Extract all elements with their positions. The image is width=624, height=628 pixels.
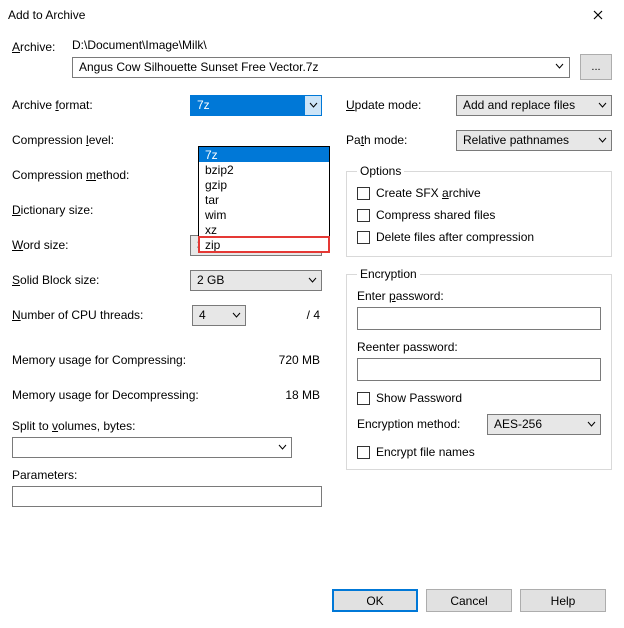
compression-level-label: Compression level: [12, 133, 192, 147]
delete-after-checkbox[interactable] [357, 231, 370, 244]
dictionary-size-label: Dictionary size: [12, 203, 192, 217]
path-mode-select[interactable]: Relative pathnames [456, 130, 612, 151]
mem-compress-value: 720 MB [232, 353, 322, 367]
chevron-down-icon [308, 276, 317, 285]
chevron-down-icon [598, 136, 607, 145]
encryption-method-label: Encryption method: [357, 417, 487, 431]
close-button[interactable] [578, 1, 618, 29]
format-option-xz[interactable]: xz [199, 222, 329, 237]
browse-button[interactable]: ... [580, 54, 612, 80]
titlebar: Add to Archive [0, 0, 624, 30]
chevron-down-icon [598, 101, 607, 110]
chevron-down-icon [278, 443, 287, 452]
options-group: Options Create SFX archive Compress shar… [346, 164, 612, 257]
archive-filename-combo[interactable]: Angus Cow Silhouette Sunset Free Vector.… [72, 57, 570, 78]
format-option-zip[interactable]: zip [199, 237, 329, 252]
archive-format-label: Archive format: [12, 98, 190, 112]
reenter-password-input[interactable] [357, 358, 601, 381]
split-volumes-label: Split to volumes, bytes: [12, 419, 192, 433]
compression-method-label: Compression method: [12, 168, 192, 182]
show-password-label: Show Password [376, 391, 462, 405]
path-mode-label: Path mode: [346, 133, 456, 147]
parameters-label: Parameters: [12, 468, 192, 482]
archive-format-select[interactable]: 7z [190, 95, 322, 116]
word-size-label: Word size: [12, 238, 190, 252]
archive-filename-value: Angus Cow Silhouette Sunset Free Vector.… [79, 60, 318, 74]
archive-label: Archive: [12, 38, 72, 54]
encryption-method-select[interactable]: AES-256 [487, 414, 601, 435]
parameters-input[interactable] [12, 486, 322, 507]
shared-label: Compress shared files [376, 208, 495, 222]
cpu-threads-total: / 4 [246, 308, 322, 322]
cancel-button[interactable]: Cancel [426, 589, 512, 612]
add-to-archive-dialog: Add to Archive Archive: D:\Document\Imag… [0, 0, 624, 628]
cpu-threads-select[interactable]: 4 [192, 305, 246, 326]
chevron-down-icon [555, 62, 564, 71]
chevron-down-icon [232, 311, 241, 320]
mem-compress-label: Memory usage for Compressing: [12, 353, 232, 367]
chevron-down-icon [304, 96, 321, 115]
format-option-bzip2[interactable]: bzip2 [199, 162, 329, 177]
mem-decompress-value: 18 MB [232, 388, 322, 402]
format-option-gzip[interactable]: gzip [199, 177, 329, 192]
enter-password-label: Enter password: [357, 289, 601, 303]
sfx-checkbox[interactable] [357, 187, 370, 200]
sfx-label: Create SFX archive [376, 186, 481, 200]
update-mode-select[interactable]: Add and replace files [456, 95, 612, 116]
encryption-group: Encryption Enter password: Reenter passw… [346, 267, 612, 470]
format-option-7z[interactable]: 7z [199, 147, 329, 162]
reenter-password-label: Reenter password: [357, 340, 601, 354]
close-icon [593, 10, 603, 20]
encrypt-names-label: Encrypt file names [376, 445, 475, 459]
cpu-threads-label: Number of CPU threads: [12, 308, 192, 322]
ok-button[interactable]: OK [332, 589, 418, 612]
encrypt-names-checkbox[interactable] [357, 446, 370, 459]
update-mode-label: Update mode: [346, 98, 456, 112]
enter-password-input[interactable] [357, 307, 601, 330]
solid-block-size-select[interactable]: 2 GB [190, 270, 322, 291]
split-volumes-combo[interactable] [12, 437, 292, 458]
shared-checkbox[interactable] [357, 209, 370, 222]
mem-decompress-label: Memory usage for Decompressing: [12, 388, 232, 402]
delete-after-label: Delete files after compression [376, 230, 534, 244]
archive-path-display: D:\Document\Image\Milk\ [72, 38, 612, 52]
window-title: Add to Archive [8, 8, 578, 22]
show-password-checkbox[interactable] [357, 392, 370, 405]
solid-block-size-label: Solid Block size: [12, 273, 190, 287]
format-option-wim[interactable]: wim [199, 207, 329, 222]
help-button[interactable]: Help [520, 589, 606, 612]
encryption-legend: Encryption [357, 267, 420, 281]
chevron-down-icon [587, 420, 596, 429]
options-legend: Options [357, 164, 404, 178]
format-option-tar[interactable]: tar [199, 192, 329, 207]
archive-format-dropdown[interactable]: 7z bzip2 gzip tar wim xz zip [198, 146, 330, 253]
